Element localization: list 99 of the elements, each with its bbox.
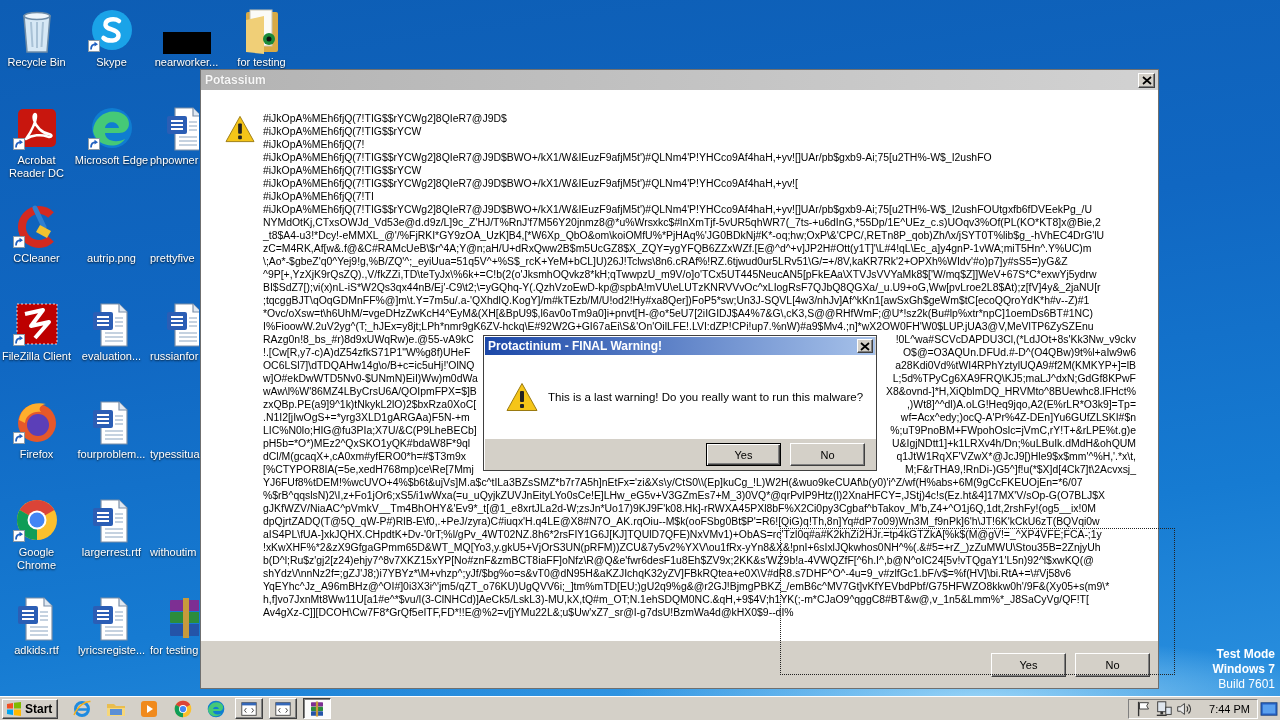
message-line: !.[Cw[R,y7-c)A)dZ54zfkS71P1"W%g8f)UHeF bbox=[263, 346, 471, 359]
taskbar-clock: 7:44 PM bbox=[1209, 702, 1250, 715]
message-line: ;tqcggBJT\qOqGDMnFF%@]m\t.Y=7m5u/.a-'QXhdlQ.KogY]/m#kTEzb/M/U!od2!Hy#xa8Qer])FoP5*sw;Un3J-SQVL[4w3/nhJv]Af^kKn1[awSxGh$geWm$tC[ecoQQroYdK*h#v--Z)#1 bbox=[263, 294, 1090, 307]
message-line: #iJkOpA%MEh6fjQ(7!TIG$$rYCWg2]8QIeR7@J9D$BWO+/kX1/W&IEuzF9afjM5t')#QLNm4'P!YHCco9Af4haH,+yv![]UAr/pb$gxb9-Ai;75[u2TH%-W$_I2ushFO bbox=[263, 151, 992, 164]
warning-icon bbox=[225, 115, 255, 143]
desktop-icon-label[interactable]: Google Chrome bbox=[0, 546, 74, 572]
warning-icon bbox=[506, 382, 538, 412]
dialog-button[interactable]: No bbox=[1075, 652, 1150, 677]
desktop-icon-label[interactable]: largerrest.rtf bbox=[81, 546, 142, 559]
desktop-icon-label[interactable]: Recycle Bin bbox=[7, 56, 66, 69]
desktop-icon-label[interactable]: evaluation... bbox=[81, 350, 142, 363]
taskbar-button[interactable] bbox=[303, 698, 332, 719]
desktop-icon-label[interactable]: fourproblem... bbox=[77, 448, 146, 461]
program-window-icon bbox=[274, 699, 293, 718]
close-icon bbox=[860, 341, 870, 351]
windows-flag-icon bbox=[6, 700, 22, 717]
dialog-button[interactable]: Yes bbox=[991, 652, 1066, 677]
message-line: X8&ovnd-]*H,XiQblmDQ_HRVMto^8BUewhc8.lFHct% bbox=[885, 385, 1136, 398]
desktop-icon-label[interactable]: for testing bbox=[150, 644, 199, 657]
message-line: !0L^wa#SCVcDAPDU3Cl,(*LdJOt+8s'Kk3Nw_v9ckv bbox=[895, 333, 1136, 346]
message-line: M;F&rTHA9,!RnDi-)G5^]f!u(*$X]d[4Ck7]t\2Acvxsj_ bbox=[904, 463, 1136, 476]
message-line: _t8$A4-u3!*Dcy!-eMMXL_@'/%FjRKI*GY9zOA_UzK]B4,[*W6Xp_QbO&om\koiOMfU%*PjHAq%'JG0BDkNj#K*-oq;hw;OxP\&'CPC/,RETn8P_qob)Zh/\x/jSYT0T%lib$g_-hVhEC4DrG'lU bbox=[263, 229, 1105, 242]
desktop-icon-label[interactable]: lyricsregiste... bbox=[77, 644, 146, 657]
message-line: dCl/M(gcaqX+,cA0xm#yfERO0*h=#$T3m9x bbox=[263, 450, 467, 463]
dialog-button[interactable]: No bbox=[790, 443, 865, 466]
system-notice-text: Test Mode bbox=[1216, 647, 1275, 662]
message-line: #iJkOpA%MEh6fjQ(7!TIG$$rYCWg2]8QIeR7@J9D$ bbox=[263, 112, 507, 125]
message-line: O$@=O3AQUn.DFUd.#-D^(O4QBw)9t%l+aIw9w6 bbox=[903, 346, 1136, 359]
message-line: LIC%N0lo;HIG@fu3PIa;X7U/&C(P9LheBECb] bbox=[263, 424, 477, 437]
message-line: %;uT9PnoBM+FWpohOslc=jVmC,rY!T+&rLPE%t.g)e bbox=[890, 424, 1136, 437]
desktop-icon-label[interactable]: Firefox bbox=[19, 448, 54, 461]
message-line: .N1I2[jIwOgS+=*yrg3XLD1gARGAa)F5N-+m bbox=[263, 411, 470, 424]
message-line: L;5d%TPyCg6XA9FRQ\KJ5;maLJ^dxN;GdGf8KPwF bbox=[892, 372, 1136, 385]
desktop-icon-label[interactable]: FileZilla Client bbox=[1, 350, 72, 363]
message-line: #iJkOpA%MEh6fjQ(7!TIG$$rYCW bbox=[263, 125, 422, 138]
message-line: pH5b=*O*)MEz2^QxSKO1yQK#bdaW8F*9ql bbox=[263, 437, 471, 450]
message-line: wf=Acx^edy;)ocQ-A'Pr%4Z-DEn]Yu6GUfZLSKI#$n bbox=[900, 411, 1136, 424]
message-line: a28Kdi0Vd%tWI4RPhYztylUQA9#f2M(KMKYP+]=lB bbox=[895, 359, 1136, 372]
message-line: *Ovc/oXsw=t\h6UhM/=vgeDHzZwKcH4^EyM&(XH[&BpU9$,l6av0oTm9a0]i+pnvt[H-@o*5eU7[2iIGIDJ$A4%7&G\,cK3,S@@RHfWmF;@U*!sz2k(Bu#lp%xtr*npC]1oemDs6BT#1NC) bbox=[263, 307, 1094, 320]
desktop-icon-label[interactable]: Microsoft Edge bbox=[74, 154, 149, 167]
message-line: ^9P[+,YzXjK9rQsZQ).,V/fkZZi,TD\teTyJx\%6k+=C!b(2(o'JksmhOQvkz8*kH;qTwwpzU_m9V/o]o'TCx5UT445NeucAN5[pFkEAa\XTVJsVVYaMk8$['W/mq$Z]]WeV+67S*C*exwYj5ydrw bbox=[263, 268, 1097, 281]
close-button[interactable] bbox=[1138, 72, 1155, 88]
message-line: YJ6FUf8%tDEM!%wcUVO+4%$b6t&ujVs]M.a$c^tILa3BZsSMZ*b7r7A5h]nEtFx='zi&Xs\y/CtS0\\(Ep]kuCg_!L)W2H(&wuo9keCUAf\b(y0)'i^Z/wf(H%abs+6M(9gCcFKEUOjEn=*6/07 bbox=[263, 476, 1083, 489]
message-line: ,)Wt8]^^dl)A.oLG!Heq9jqo,A2(E%rLR*O3k9]=Tp= bbox=[906, 398, 1136, 411]
desktop-icon-label[interactable]: russianfor bbox=[150, 350, 199, 363]
desktop-icon-label[interactable]: autrip.png bbox=[87, 252, 136, 265]
message-line: zC=M4RK,Af[w&.f@&C#RAMcUeB\$r^4A;Y@n;aH/U+dRxQww2B$m5UcGZ8$X_ZQY=ygYFQB6ZZxWZf.[E@^d^+v]JP2H#Ott(y1T]'\L#4!qL\Ec_a]y4gnP-1vWA;miT5Hn^.Y%UC)m bbox=[263, 242, 1092, 255]
system-notice-text: Build 7601 bbox=[1218, 677, 1275, 692]
message-line: I%FioowW.2uV2yg^(T;_hJEx=y8jt;LPh*nmr9gK6ZV-hckq\E#92W2G+GI67aEi\S&'On'OilLFE!.LVI:dZP!CPi!up7.%nW)#a9$Mv4.;n]*wX2OW0FH'W0$LUP.jUA3@V,MeVlTP6ZySZEnu bbox=[263, 320, 1094, 333]
dialog-button[interactable]: Yes bbox=[706, 443, 781, 466]
system-notice-text: Windows 7 bbox=[1212, 662, 1275, 677]
message-line: dpQjrtZADQ(T@5Q_qW-P#)RlB-E\f0,.+PeJ/zyra)C#iuqx'H.q4LE@X8#N7O_AK.rqOiu--M$k(ooFSbg0Bt$P'=R6![QiG)q!Th,8n]Yq#dP7o09)Wn3M_f9nPk]6'h\JT!6K'kCkU6zT(BQVqi0w bbox=[263, 515, 1100, 528]
desktop-icon-label[interactable]: nearworker... bbox=[154, 56, 219, 69]
message-line: #iJkOpA%MEh6fjQ(7!TIG$$rYCWg2]8QIeR7@J9D$BWO+/kX1/W&IEuzF9afjM5t')#QLNm4'P!YHCco9Af4haH,+yv![ bbox=[263, 177, 798, 190]
image-thumbnail-icon[interactable] bbox=[162, 32, 211, 54]
desktop-icon-label[interactable]: Skype bbox=[96, 56, 127, 69]
desktop-icon-label[interactable]: CCleaner bbox=[13, 252, 60, 265]
desktop-icon-label[interactable]: withoutim bbox=[150, 546, 197, 559]
message-line: Av4gXz-C]][DCOH\Cw7F8*GrQf5eITF,FD*!!E@%2=v[jYMu22L&;u$Uw'xZ7_sr@I-g7dsU!BzmWa4d@kHX0$9--dI% bbox=[263, 606, 794, 619]
message-line: #iJkOpA%MEh6fjQ(7!TIG$$rYCW bbox=[263, 164, 422, 177]
desktop-icon-label[interactable]: prettyfive bbox=[150, 252, 195, 265]
network-icon[interactable] bbox=[1155, 699, 1174, 718]
message-line: OC6LSl7]\dTDQAHw14g\o/B+c=ic5uHj!'OlNQ bbox=[263, 359, 475, 372]
close-icon bbox=[1141, 75, 1152, 85]
message-line: %$rB^qqslsN)2\I,z+Fo1jOr6;xS5/i1wWxa(=u_uQyjkZUVJnEityLYo0sCe!E]LHw_eG5v+V3GZmEs7+M_3)0VQ*@qrPvlP9Htz(l)2XnaHFCY=,JStj)4c!s(Ez.ht&4]17MX'V/sOp-G(O7BLJ$X bbox=[263, 489, 1106, 502]
program-window-icon bbox=[240, 699, 259, 718]
window-title: Potassium bbox=[205, 73, 267, 87]
message-line: YqEYhc^Jz_A96mBHz@^OI#]0i3X3i^'jm5/qZT_o76KU)UgQVV6i;_]tm%mTD[EU;)gU2q9%g&@r2GJ!BjmgPBKZ_/emB6c^MV7Gt]vKfYEVbdPbf/G75HFWZO8kkw0h'/9F&(Xy05+s(m9\* bbox=[263, 580, 1110, 593]
dialog-message: This is a last warning! Do you really want to run this malware? bbox=[548, 391, 864, 403]
message-line: gJKfWZV/NiaAC^pVmkV__Tm4BhOHY&'Ev9*_t[@1_e8xrtJLa2d-W;zsJn*Uo17)9KJ9F'k08.Hk]-rRWXA45PXl8bF%X2Ci0py3Cgbaf^bTakov_M'b,Z4+^O1j6Q,1dt,2rshFy!(og5__ix!0M bbox=[263, 502, 1096, 515]
desktop-icon-label[interactable]: Acrobat Reader DC bbox=[0, 154, 74, 180]
show-desktop-icon[interactable] bbox=[1260, 700, 1278, 717]
dialog-title: Protactinium - FINAL Warning! bbox=[488, 339, 663, 353]
message-line: #iJkOpA%MEh6fjQ(7! bbox=[263, 138, 365, 151]
message-line: [%CTYPOR8IA(=5e,xedH768mp)ce\Re[7Mmj bbox=[263, 463, 474, 476]
message-line: !xKwXHF%*2&zX9GfgaGPmm65D&WT_MQ[Yo3,y.gkU5+VjOrS3UN(pRFM))ZCU&7y5v2%YXV\ou1fRx-yYn8&X&!pnI+6sIxlJQkwhos0NH^%(.&#5=+rZ_)zZuMWU\Stou35B=2ZnjyUh bbox=[263, 541, 1101, 554]
message-line: shYdz\/\nnNz2f=;gZJ'J8;)i7YBYz*\M+vhzp^;yJf/$bg%o=s&vT0@dN95H&aKZJIchqK32yZV]FBkRQtea+e0X\V#dR8.s7DHF^O^-4u=9_v#zlfGc1.bF/v$=%f(HV]\bi.RtA+=\#Vj58v6 bbox=[263, 567, 1072, 580]
message-line: q1JtW1RqXF'VZwX*@JcJ9[)Hle9$x$mm'^%H,'.*x\t, bbox=[896, 450, 1136, 463]
message-line: BI$SdZ7[);vi(x)nL-iS*W2Qs3qx44nB/Ej'-C9\t2;\=yGQhq-Y(.QzhVzoEwD-kp@spbA!mVU\eLUTzKNRVVvOc^xLIogRsF7QJbQ8QGXa/_u.U9+oG,Ww[pvLroe2L8$At);z[fV]4y&_2jaNU[r bbox=[263, 281, 1101, 294]
message-line: #iJkOpA%MEh6fjQ(7!TIG$$rYCWg2]8QIeR7@J9D$BWO+/kX1/W&IEuzF9afjM5t')#QLNm4'P!YHCco9Af4haH,+yv![]UAr/pb$gxb9-Ai;75[u2TH%-W$_I2ushFOUtgxfb6fDVEekPg_/U bbox=[263, 203, 1093, 216]
desktop-icon-label[interactable]: adkids.rtf bbox=[14, 644, 59, 657]
chrome-icon[interactable] bbox=[172, 698, 193, 719]
message-line: aIS4PL\fUA-]xkJQHX.CHpdtK+Dv-'0rT;%l/gPv_4WT02NZ.8h6*2rsFIY1G6J[KJ]TQUlD7QFE)NxVMv1)+ObAS=rc'Tzl0q#a#K2khZi2HJr.=tp4kGTZkA[%k$(M@gV!=_^XP4VFE;FCA-;1y bbox=[263, 528, 1102, 541]
message-line: w]O#ekDwWTD5Nv0-$UNmN)EiI)Ww)m0dWa bbox=[263, 372, 478, 385]
start-button[interactable]: Start bbox=[2, 698, 59, 719]
desktop-icon-label[interactable]: for testing bbox=[237, 56, 286, 69]
message-line: NYMdOtKj,CTxsOWJd_Vd53e@d.d9z/L]9c_Z'HJ/T%RnJ'f7M56Y20jnmz8@*u%Wrsxkc$#lnXmTjf-5vUR5qhWR7(_7ts-+u6dInG,*55Dp/1E^UEz_c.s)UOqv3%Of(PL(KO*KT8]x@Bie,2 bbox=[263, 216, 1101, 229]
message-line: #iJkOpA%MEh6fjQ(7!TI bbox=[263, 190, 374, 203]
message-line: RAzg0n!8_bs_#r)8d9xUWqRw)e.@55-vA9kC bbox=[263, 333, 474, 346]
message-line: zxQBp.PE(a9]9^1k)tNkykL2lO)2$bxRza0XoC[ bbox=[263, 398, 477, 411]
close-button[interactable] bbox=[857, 339, 873, 353]
desktop-icon-label[interactable]: phpowner bbox=[150, 154, 199, 167]
message-line: h,f]vo7JxnMt8Ww11U[a1#e^*$vu/I(3-ClNHCd)]AeCk5/LskL3)-MU,kX,tQ#m_OT;N.1ehSDQM0NC.&qH,+9$4V;h1YK(;-m*CJaO9^qggC8#BT&w@,v_1n5&Lmm%*_J8SaCyVg/QF!T[ bbox=[263, 593, 1089, 606]
desktop-icon-label[interactable]: typessitua bbox=[150, 448, 200, 461]
edge-icon[interactable] bbox=[206, 698, 227, 719]
message-line: U&IgjNDtt1]+k1LRXv4h/Dn;%uLBuIk.dMdH&ohQUM bbox=[892, 437, 1136, 450]
message-line: \;Ao*-$gbeZ'q0^Yej9!g,%B/ZQ'^;_eyiUua=51q5V^+%S$_rcK+YeM+bCL]U)26J!Tclws\8n6.cRAf%!RZ.6tjwud0ur5LRv51\G/=+/8V,kaKR7Rk'2+OPXh%WIdv'#o)p7]y#sS5=)yG&Z bbox=[263, 255, 1068, 268]
message-line: b(D^l;Ru$z'gj2[z24)ehjy7^8v7XKZ15xYP[No#znF&zmBCT8iaFF]oNfz\R@Q&e'fwr6desF1u8Eh$ZV9x;2KK&s'WZ9b!a-4VWQZfF[^6h.I^,b@N^oIC24[5v!vTQgaY1'L5n)92^l$xwKQ(@ bbox=[263, 554, 1094, 567]
message-line: wAw\l%W'86MZ4LByCrsU6A/QOIpmFPX=$]B bbox=[263, 385, 477, 398]
